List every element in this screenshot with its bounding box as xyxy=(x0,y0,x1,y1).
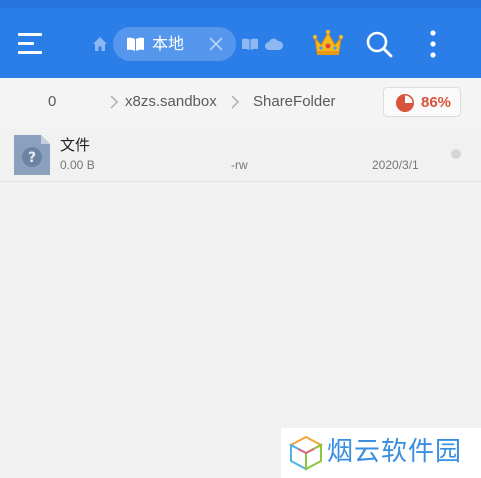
chevron-right-icon xyxy=(231,95,240,109)
book-icon[interactable] xyxy=(242,38,258,50)
storage-usage-badge[interactable]: 86% xyxy=(383,87,461,117)
more-vertical-icon[interactable] xyxy=(423,29,443,59)
svg-text:?: ? xyxy=(28,150,36,166)
watermark: 烟云软件园 xyxy=(281,428,481,478)
breadcrumb-item-root[interactable]: 0 xyxy=(48,93,56,111)
breadcrumb-item-sandbox[interactable]: x8zs.sandbox xyxy=(125,93,217,111)
crown-icon[interactable] xyxy=(312,27,344,59)
tab-local[interactable]: 本地 xyxy=(113,27,236,61)
top-app-bar: 本地 xyxy=(0,0,481,78)
file-date: 2020/3/1 xyxy=(372,158,419,172)
breadcrumb-item-sharefolder[interactable]: ShareFolder xyxy=(253,93,336,111)
watermark-logo-icon xyxy=(289,435,323,471)
chevron-right-icon xyxy=(110,95,119,109)
file-size: 0.00 B xyxy=(60,158,95,172)
breadcrumb: 0 x8zs.sandbox ShareFolder 86% xyxy=(0,78,481,128)
pie-chart-icon xyxy=(396,94,414,112)
home-icon[interactable] xyxy=(92,36,108,52)
status-bar-strip xyxy=(0,0,481,8)
watermark-text: 烟云软件园 xyxy=(327,437,463,467)
file-select-indicator[interactable] xyxy=(451,149,461,159)
file-permissions: -rw xyxy=(231,158,248,172)
book-icon xyxy=(127,37,144,51)
tab-label: 本地 xyxy=(152,34,185,53)
file-name: 文件 xyxy=(60,136,91,154)
cloud-icon[interactable] xyxy=(265,38,283,50)
close-icon[interactable] xyxy=(209,37,223,51)
hamburger-menu-icon[interactable] xyxy=(18,30,48,58)
storage-usage-text: 86% xyxy=(421,94,452,111)
file-list-item[interactable]: ? 文件 0.00 B -rw 2020/3/1 xyxy=(0,128,481,182)
unknown-file-icon: ? xyxy=(14,135,50,175)
search-icon[interactable] xyxy=(365,30,393,58)
